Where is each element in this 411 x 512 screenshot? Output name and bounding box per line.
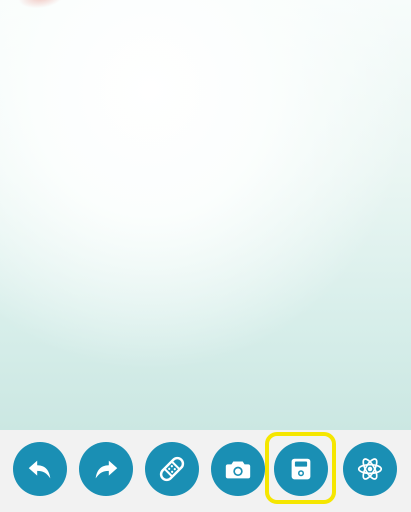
camera-icon [225, 461, 251, 479]
undo-button[interactable] [13, 442, 67, 496]
atom-button[interactable] [343, 442, 397, 496]
bottom-toolbar [0, 430, 411, 512]
save-button[interactable] [274, 442, 328, 496]
redo-arrow-icon [95, 460, 118, 479]
redo-button[interactable] [79, 442, 133, 496]
bandage-icon [159, 456, 185, 482]
undo-arrow-icon [28, 460, 51, 479]
atom-icon [357, 458, 383, 480]
save-floppy-icon [291, 458, 311, 480]
light-flare [16, 0, 66, 12]
camera-preview [0, 0, 411, 430]
bandage-button[interactable] [145, 442, 199, 496]
camera-button[interactable] [211, 442, 265, 496]
